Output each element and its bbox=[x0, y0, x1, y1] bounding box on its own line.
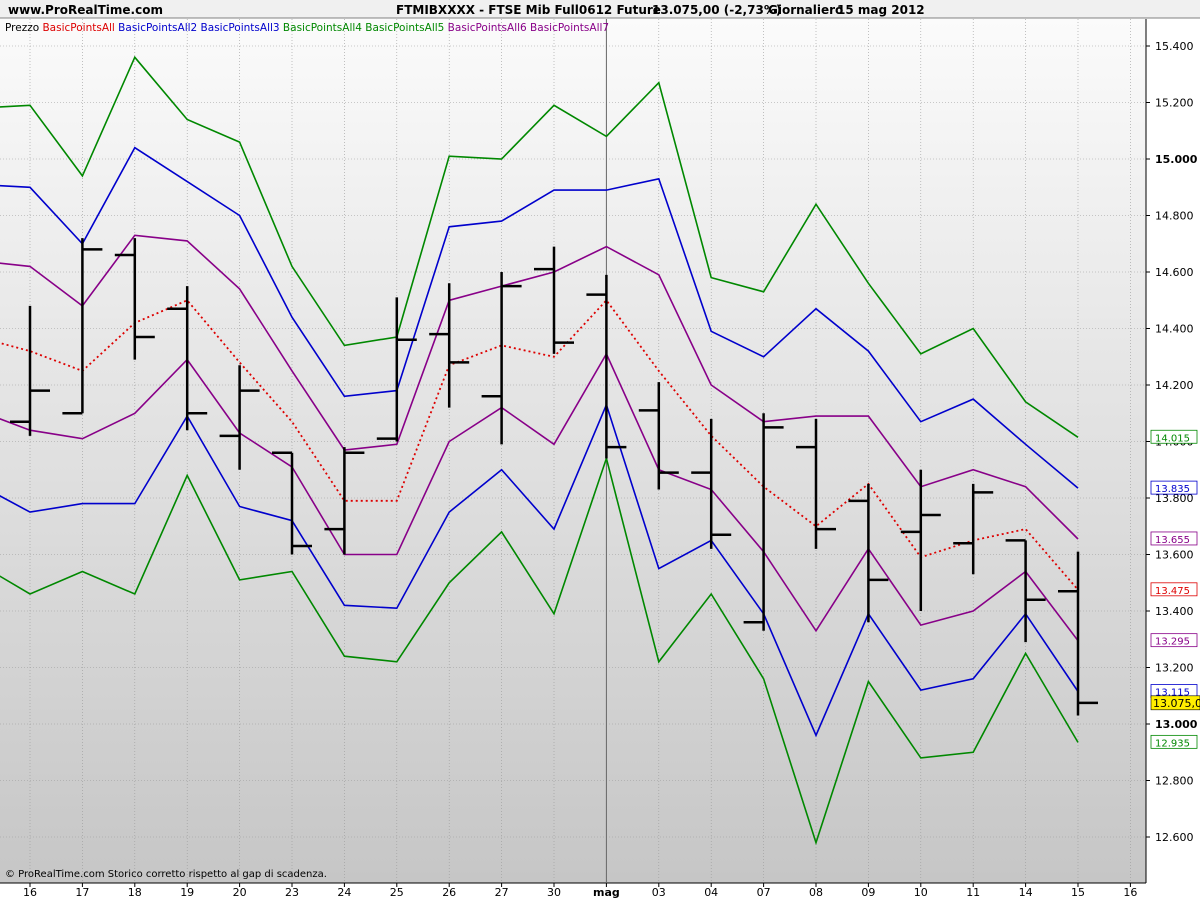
y-tick-label: 14.400 bbox=[1155, 323, 1194, 336]
y-tick-label: 13.400 bbox=[1155, 605, 1194, 618]
legend-item[interactable]: BasicPointsAll5 bbox=[362, 22, 444, 34]
price-chart: www.ProRealTime.com FTMIBXXXX - FTSE Mib… bbox=[0, 0, 1200, 900]
legend-item[interactable]: Prezzo bbox=[5, 22, 39, 34]
y-tick-label: 14.200 bbox=[1155, 379, 1194, 392]
y-tick-label: 13.000 bbox=[1155, 718, 1198, 731]
series-value-label: 13.295 bbox=[1155, 637, 1190, 648]
y-tick-label: 12.600 bbox=[1155, 831, 1194, 844]
x-tick-label: 26 bbox=[442, 886, 456, 899]
x-tick-label: 18 bbox=[128, 886, 142, 899]
y-axis-panel bbox=[1146, 19, 1200, 883]
legend-item[interactable]: BasicPointsAll2 bbox=[115, 22, 197, 34]
x-tick-label: 11 bbox=[966, 886, 980, 899]
y-tick-label: 12.800 bbox=[1155, 775, 1194, 788]
legend-text: Prezzo BasicPointsAll BasicPointsAll2 Ba… bbox=[5, 22, 609, 34]
x-tick-label: 15 bbox=[1071, 886, 1085, 899]
legend-item[interactable]: BasicPointsAll bbox=[39, 22, 115, 34]
x-tick-label: 20 bbox=[233, 886, 247, 899]
legend-item[interactable]: BasicPointsAll3 bbox=[197, 22, 279, 34]
x-tick-label: mag bbox=[593, 886, 620, 899]
x-tick-label: 14 bbox=[1019, 886, 1033, 899]
x-tick-label: 19 bbox=[180, 886, 194, 899]
series-value-label: 14.015 bbox=[1155, 433, 1190, 444]
y-tick-label: 15.000 bbox=[1155, 153, 1198, 166]
series-value-label: 12.935 bbox=[1155, 738, 1190, 749]
y-tick-label: 13.600 bbox=[1155, 549, 1194, 562]
y-tick-label: 14.800 bbox=[1155, 210, 1194, 223]
legend: Prezzo BasicPointsAll BasicPointsAll2 Ba… bbox=[5, 22, 609, 34]
legend-item[interactable]: BasicPointsAll7 bbox=[527, 22, 609, 34]
series-value-label: 13.655 bbox=[1155, 535, 1190, 546]
period-label: Giornaliero bbox=[768, 3, 843, 17]
x-tick-label: 10 bbox=[914, 886, 928, 899]
x-tick-label: 07 bbox=[757, 886, 771, 899]
x-tick-label: 27 bbox=[495, 886, 509, 899]
series-value-label: 13.835 bbox=[1155, 484, 1190, 495]
instrument-label: FTMIBXXXX - FTSE Mib Full0612 Future bbox=[396, 3, 661, 17]
legend-item[interactable]: BasicPointsAll6 bbox=[444, 22, 527, 34]
y-tick-label: 13.200 bbox=[1155, 662, 1194, 675]
x-tick-label: 30 bbox=[547, 886, 561, 899]
series-value-label: 13.475 bbox=[1155, 586, 1190, 597]
y-tick-label: 15.400 bbox=[1155, 40, 1194, 53]
x-tick-label: 08 bbox=[809, 886, 823, 899]
x-tick-label: 04 bbox=[704, 886, 718, 899]
x-tick-label: 25 bbox=[390, 886, 404, 899]
x-tick-label: 17 bbox=[75, 886, 89, 899]
plot-area[interactable] bbox=[0, 19, 1146, 883]
site-label[interactable]: www.ProRealTime.com bbox=[8, 3, 163, 17]
x-tick-label: 16 bbox=[1123, 886, 1137, 899]
price-change-label: 13.075,00 (-2,73%) bbox=[652, 3, 781, 17]
y-tick-label: 14.600 bbox=[1155, 266, 1194, 279]
x-tick-label: 16 bbox=[23, 886, 37, 899]
footer-note: © ProRealTime.com Storico corretto rispe… bbox=[5, 869, 327, 880]
legend-item[interactable]: BasicPointsAll4 bbox=[280, 22, 363, 34]
last-price-label: 13.075,0 bbox=[1153, 697, 1200, 710]
x-tick-label: 09 bbox=[861, 886, 875, 899]
x-tick-label: 24 bbox=[337, 886, 351, 899]
y-tick-label: 15.200 bbox=[1155, 97, 1194, 110]
date-label: 15 mag 2012 bbox=[837, 3, 925, 17]
x-tick-label: 23 bbox=[285, 886, 299, 899]
x-tick-label: 03 bbox=[652, 886, 666, 899]
